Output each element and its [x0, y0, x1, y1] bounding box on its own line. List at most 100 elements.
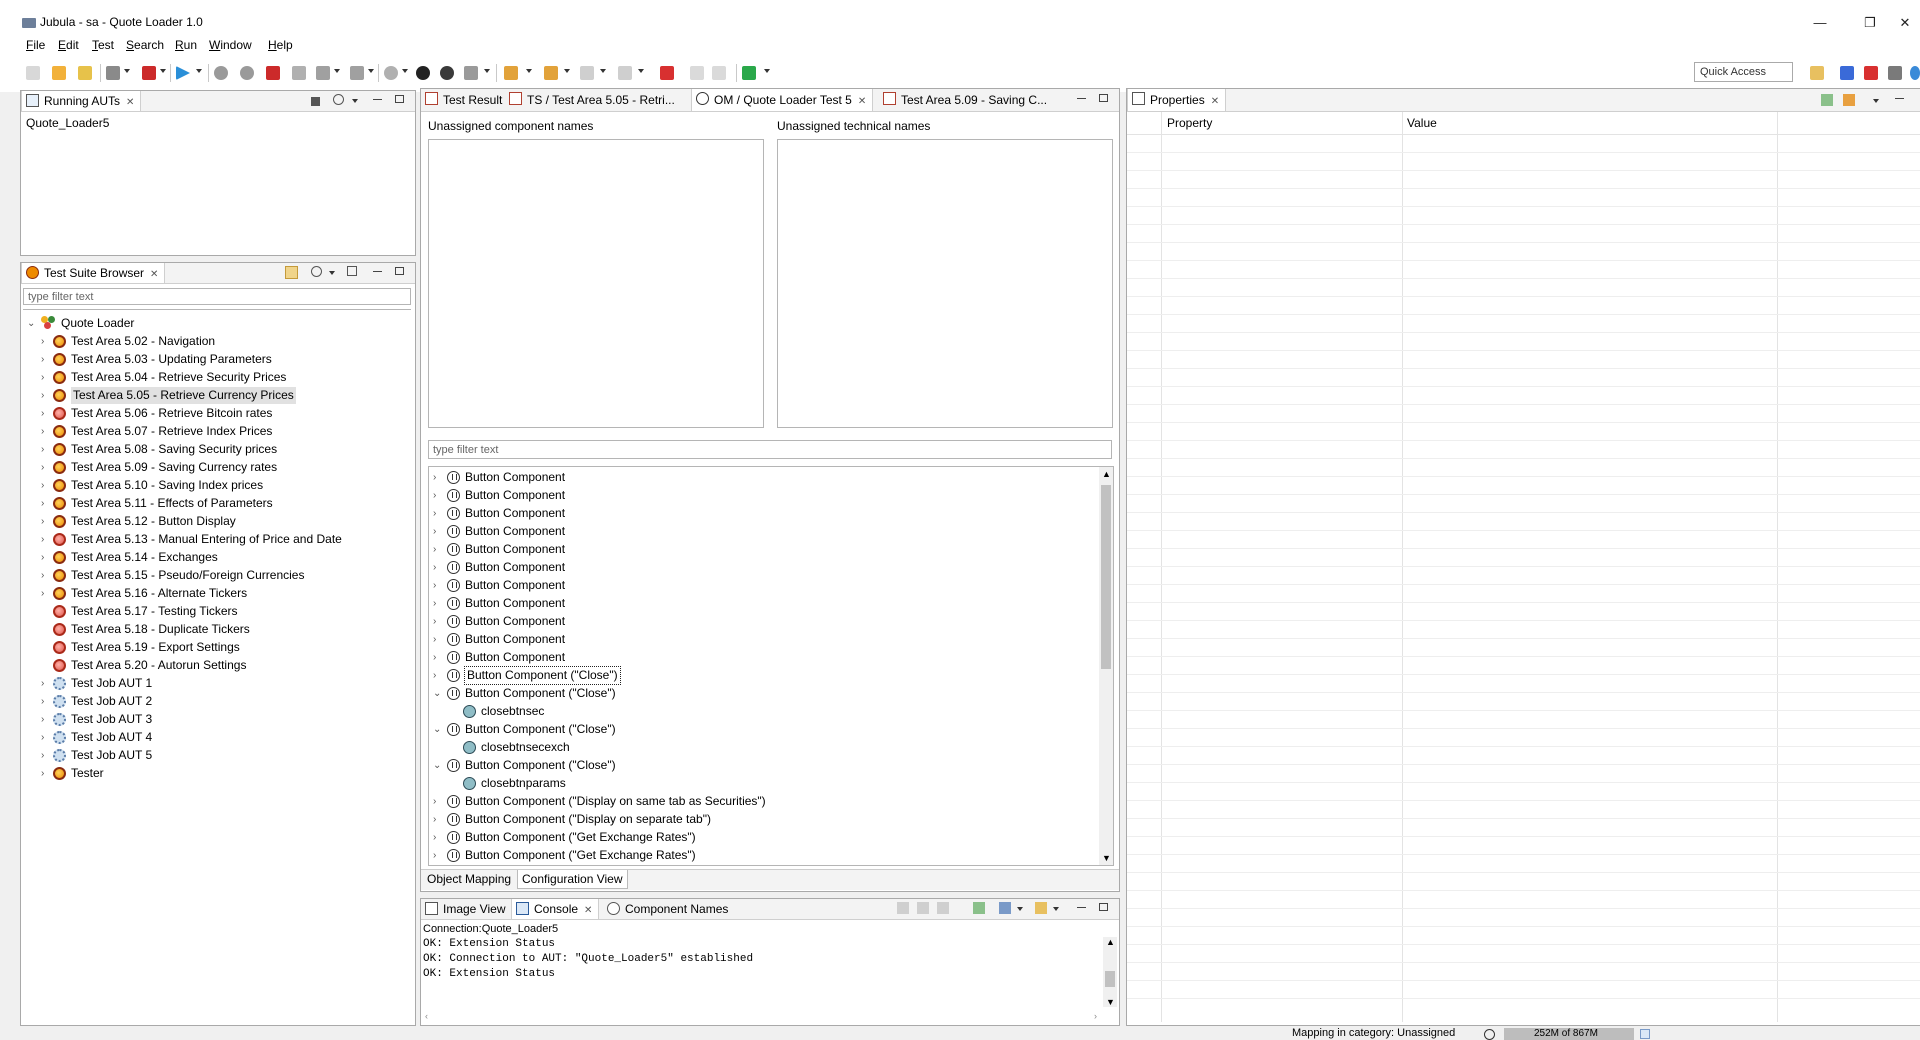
technical-name-row[interactable]: closebtnsecexch — [449, 739, 1089, 756]
gc-icon[interactable] — [1640, 1029, 1650, 1039]
chevron-right-icon[interactable]: › — [433, 847, 443, 864]
link-editor-icon[interactable] — [285, 266, 298, 279]
component-row[interactable]: ⌄ Button Component ("Close") — [433, 757, 1073, 774]
scroll-lock-icon[interactable] — [917, 902, 929, 914]
prev-icon[interactable] — [544, 66, 558, 80]
maximize-icon[interactable] — [395, 267, 404, 275]
tree-item[interactable]: Test Area 5.19 - Export Settings — [41, 639, 401, 656]
chevron-right-icon[interactable]: › — [433, 469, 443, 486]
component-row[interactable]: › Button Component ("Get Exchange Rates") — [433, 847, 1073, 864]
tree-item[interactable]: › Test Job AUT 4 — [41, 729, 401, 746]
menu-window[interactable]: Window — [209, 38, 252, 52]
chevron-right-icon[interactable]: › — [41, 549, 51, 566]
technical-name-row[interactable]: closebtnparams — [449, 775, 1089, 792]
col-value[interactable]: Value — [1407, 116, 1437, 130]
minimize-icon[interactable] — [373, 99, 382, 100]
tree-item[interactable]: Test Area 5.18 - Duplicate Tickers — [41, 621, 401, 638]
chevron-right-icon[interactable]: › — [41, 459, 51, 476]
chevron-right-icon[interactable]: › — [433, 595, 443, 612]
chevron-right-icon[interactable]: › — [433, 613, 443, 630]
chevron-right-icon[interactable]: › — [433, 811, 443, 828]
tree-item[interactable]: › Test Area 5.12 - Button Display — [41, 513, 401, 530]
tree-item[interactable]: › Test Job AUT 1 — [41, 675, 401, 692]
menu-test[interactable]: Test — [92, 38, 114, 52]
mapping-scrollbar[interactable]: ▲ ▼ — [1099, 467, 1113, 865]
component-row[interactable]: › Button Component — [433, 541, 1073, 558]
quick-access-input[interactable]: Quick Access — [1694, 62, 1793, 82]
tab-om-quote-loader[interactable]: OM / Quote Loader Test 5 ✕ — [691, 89, 874, 111]
categories-icon[interactable] — [1843, 94, 1855, 106]
component-row[interactable]: › Button Component ("Display on same tab … — [433, 793, 1073, 810]
tree-item[interactable]: › Test Area 5.03 - Updating Parameters — [41, 351, 401, 368]
minimize-icon[interactable] — [1077, 98, 1086, 99]
chevron-down-icon[interactable]: ⌄ — [433, 721, 443, 738]
pin-console-icon[interactable] — [973, 902, 985, 914]
scrollbar-thumb[interactable] — [1101, 485, 1111, 669]
tree-item[interactable]: › Test Area 5.02 - Navigation — [41, 333, 401, 350]
tree-item[interactable]: › Tester — [41, 765, 401, 782]
restore-button[interactable]: ❐ — [1850, 12, 1890, 34]
word-wrap-icon[interactable] — [937, 902, 949, 914]
chevron-right-icon[interactable]: › — [433, 559, 443, 576]
component-row[interactable]: › Button Component ("Display on separate … — [433, 811, 1073, 828]
chevron-right-icon[interactable]: › — [41, 747, 51, 764]
tree-item[interactable]: › Test Area 5.14 - Exchanges — [41, 549, 401, 566]
tab-ts-test-area-505[interactable]: TS / Test Area 5.05 - Retri... — [505, 89, 681, 111]
tree-item[interactable]: › Test Job AUT 3 — [41, 711, 401, 728]
tree-item[interactable]: › Test Job AUT 2 — [41, 693, 401, 710]
menu-file[interactable]: File — [26, 38, 45, 52]
chevron-right-icon[interactable]: › — [41, 495, 51, 512]
minimize-icon[interactable] — [1895, 98, 1904, 99]
console-hscrollbar[interactable]: ‹ › — [423, 1011, 1103, 1023]
chevron-right-icon[interactable]: › — [41, 351, 51, 368]
chevron-right-icon[interactable]: › — [433, 505, 443, 522]
minimize-icon[interactable] — [373, 271, 382, 272]
maximize-icon[interactable] — [1099, 94, 1108, 102]
tree-item[interactable]: › Test Area 5.09 - Saving Currency rates — [41, 459, 401, 476]
exit-icon[interactable] — [660, 66, 674, 80]
tab-console[interactable]: Console ✕ — [511, 899, 600, 919]
menu-run[interactable]: Run — [175, 38, 197, 52]
scroll-down-icon[interactable]: ▼ — [1106, 997, 1115, 1007]
unassigned-components-list[interactable] — [428, 139, 764, 428]
tab-component-names[interactable]: Component Names — [603, 899, 734, 919]
close-icon[interactable]: ✕ — [858, 96, 866, 107]
pause-icon[interactable] — [214, 66, 228, 80]
tree-item[interactable]: › Test Job AUT 5 — [41, 747, 401, 764]
menu-help[interactable]: Help — [268, 38, 293, 52]
memory-indicator[interactable]: 252M of 867M — [1504, 1028, 1634, 1040]
component-row[interactable]: › Button Component — [433, 559, 1073, 576]
functional-perspective-icon[interactable] — [1910, 66, 1920, 80]
component-row[interactable]: › Button Component — [433, 631, 1073, 648]
close-icon[interactable]: ✕ — [126, 97, 134, 108]
maximize-icon[interactable] — [1099, 903, 1108, 911]
component-row[interactable]: › Button Component — [433, 523, 1073, 540]
chevron-right-icon[interactable]: › — [41, 441, 51, 458]
tab-image-view[interactable]: Image View — [421, 899, 511, 919]
tree-item[interactable]: › Test Area 5.16 - Alternate Tickers — [41, 585, 401, 602]
tree-item[interactable]: › Test Area 5.07 - Retrieve Index Prices — [41, 423, 401, 440]
chevron-right-icon[interactable]: › — [433, 649, 443, 666]
component-row[interactable]: › Button Component — [433, 649, 1073, 666]
scroll-right-icon[interactable]: › — [1094, 1011, 1097, 1021]
find-icon[interactable] — [440, 66, 454, 80]
tab-properties[interactable]: Properties ✕ — [1127, 89, 1227, 111]
target-icon[interactable] — [384, 66, 398, 80]
menu-search[interactable]: Search — [126, 38, 164, 52]
chevron-right-icon[interactable]: › — [41, 405, 51, 422]
chevron-right-icon[interactable]: › — [433, 793, 443, 810]
tsb-filter-input[interactable]: type filter text — [23, 288, 411, 305]
chevron-right-icon[interactable]: › — [41, 711, 51, 728]
collapse-all-icon[interactable] — [347, 266, 357, 276]
component-row[interactable]: › Button Component — [433, 595, 1073, 612]
tree-item[interactable]: › Test Area 5.11 - Effects of Parameters — [41, 495, 401, 512]
scroll-up-icon[interactable]: ▲ — [1106, 937, 1115, 947]
next-icon[interactable] — [580, 66, 594, 80]
chevron-down-icon[interactable]: ⌄ — [27, 315, 37, 332]
check-icon[interactable] — [350, 66, 364, 80]
chevron-right-icon[interactable]: › — [41, 765, 51, 782]
scroll-up-icon[interactable]: ▲ — [1102, 469, 1111, 479]
col-property[interactable]: Property — [1167, 116, 1212, 130]
component-row[interactable]: › Button Component ("Close") — [433, 666, 1073, 685]
start-test-icon[interactable] — [311, 266, 322, 277]
